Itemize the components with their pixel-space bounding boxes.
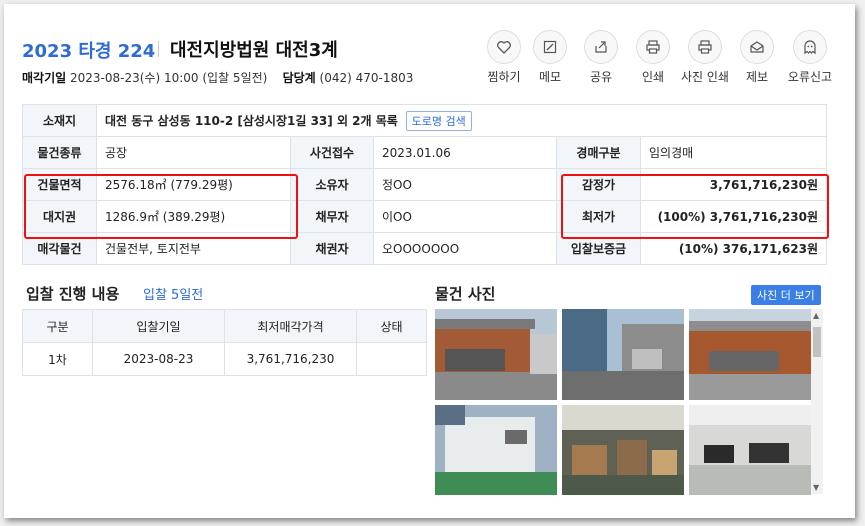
- table-row: 1차 2023-08-23 3,761,716,230: [22, 342, 427, 376]
- bid-date: 2023-08-23: [92, 342, 225, 376]
- price-highlight-box: [561, 174, 829, 239]
- photo-print-button[interactable]: 사진 인쇄: [675, 30, 735, 85]
- road-name-search-button[interactable]: 도로명 검색: [405, 110, 472, 131]
- case-number: 2023 타경 224: [22, 41, 156, 62]
- contact-value: (042) 470-1803: [319, 71, 414, 85]
- contact-label: 담당계: [282, 71, 316, 85]
- creditor-label: 채권자: [290, 232, 374, 265]
- col-header: 최저매각가격: [224, 309, 357, 343]
- case-receipt-value: 2023.01.06: [373, 136, 557, 169]
- court-name: 대전지방법원 대전3계: [170, 40, 338, 61]
- scroll-up-icon[interactable]: ▲: [813, 311, 819, 320]
- report-button[interactable]: 제보: [727, 30, 787, 85]
- header-divider: [158, 41, 159, 57]
- printer-icon: [636, 30, 670, 64]
- auction-kind-value: 임의경매: [640, 136, 827, 169]
- heart-icon: [487, 30, 521, 64]
- owner-value: 정OO: [373, 168, 557, 201]
- property-photo[interactable]: [562, 309, 684, 400]
- creditor-value: 오OOOOOOO: [373, 232, 557, 265]
- bid-round: 1차: [22, 342, 93, 376]
- area-highlight-box: [24, 174, 298, 239]
- error-report-label: 오류신고: [787, 70, 833, 84]
- debtor-label: 채무자: [290, 200, 374, 233]
- scrollbar-thumb[interactable]: [813, 327, 821, 357]
- photo-scrollbar[interactable]: ▲ ▼: [811, 309, 823, 494]
- print-label: 인쇄: [641, 70, 665, 84]
- location-value: 대전 동구 삼성동 110-2 [삼성시장1길 33] 외 2개 목록: [105, 113, 398, 128]
- share-icon: [584, 30, 618, 64]
- location-label: 소재지: [22, 104, 97, 137]
- property-type-label: 물건종류: [22, 136, 97, 169]
- case-receipt-label: 사건접수: [290, 136, 374, 169]
- photo-section-title: 물건 사진: [435, 285, 496, 303]
- bid-min-price: 3,761,716,230: [224, 342, 357, 376]
- property-photo[interactable]: [562, 405, 684, 495]
- auction-kind-label: 경매구분: [556, 136, 641, 169]
- error-report-button[interactable]: 오류신고: [780, 30, 840, 85]
- pencil-icon: [533, 30, 567, 64]
- printer-icon: [688, 30, 722, 64]
- header-meta: 매각기일 2023-08-23(수) 10:00 (입찰 5일전) 담당계 (0…: [22, 69, 413, 86]
- more-photos-button[interactable]: 사진 더 보기: [751, 285, 821, 305]
- bid-progress-subtitle: 입찰 5일전: [143, 288, 204, 303]
- property-type-value: 공장: [96, 136, 291, 169]
- debtor-value: 이OO: [373, 200, 557, 233]
- table-row: 소재지 대전 동구 삼성동 110-2 [삼성시장1길 33] 외 2개 목록 …: [22, 104, 827, 137]
- table-header-row: 구분 입찰기일 최저매각가격 상태: [22, 309, 427, 343]
- report-label: 제보: [745, 70, 769, 84]
- col-header: 입찰기일: [92, 309, 225, 343]
- scroll-down-icon[interactable]: ▼: [813, 483, 819, 492]
- bid-history-table: 구분 입찰기일 최저매각가격 상태 1차 2023-08-23 3,761,71…: [22, 309, 427, 376]
- print-button[interactable]: 인쇄: [623, 30, 683, 85]
- col-header: 구분: [22, 309, 93, 343]
- auction-date-value: 2023-08-23(수) 10:00 (입찰 5일전): [70, 71, 268, 85]
- property-photo[interactable]: [689, 405, 811, 495]
- location-cell: 대전 동구 삼성동 110-2 [삼성시장1길 33] 외 2개 목록 도로명 …: [96, 104, 827, 137]
- auction-date-label: 매각기일: [22, 71, 67, 85]
- table-row: 물건종류 공장 사건접수 2023.01.06 경매구분 임의경매: [22, 136, 827, 169]
- property-photo[interactable]: [689, 309, 811, 400]
- envelope-icon: [740, 30, 774, 64]
- share-label: 공유: [589, 70, 613, 84]
- share-button[interactable]: 공유: [571, 30, 631, 85]
- ghost-icon: [793, 30, 827, 64]
- photo-gallery: [430, 305, 822, 495]
- photo-print-label: 사진 인쇄: [681, 70, 729, 84]
- bid-status: [356, 342, 427, 376]
- col-header: 상태: [356, 309, 427, 343]
- bid-progress-title: 입찰 진행 내용: [26, 285, 120, 303]
- property-photo[interactable]: [435, 405, 557, 495]
- property-photo[interactable]: [435, 309, 557, 400]
- owner-label: 소유자: [290, 168, 374, 201]
